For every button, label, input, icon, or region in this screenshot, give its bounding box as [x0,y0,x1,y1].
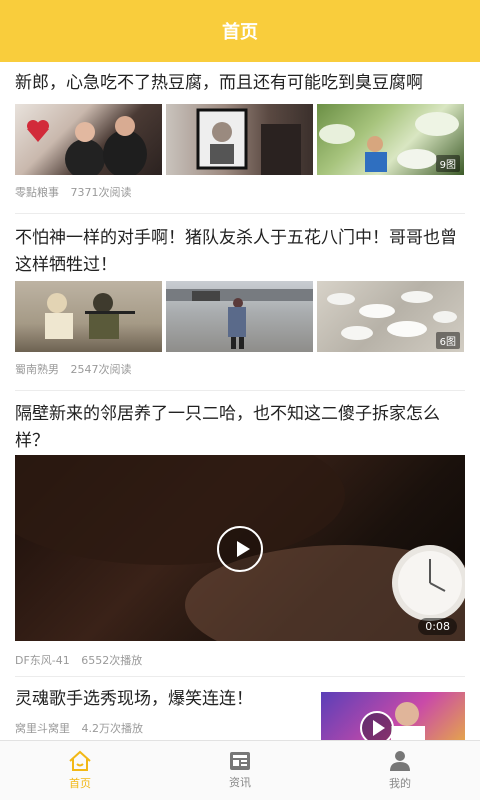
video-thumbnail[interactable] [321,692,465,740]
article-title[interactable]: 不怕神一样的对手啊！猪队友杀人于五花八门中！哥哥也曾这样牺牲过！ [15,225,465,279]
article-source: DF东风-41 [15,654,70,667]
article-read-count: 7371次阅读 [70,186,132,199]
profile-icon [390,751,410,771]
article-image[interactable] [166,281,313,352]
article-meta: 窝里斗窝里 4.2万次播放 [15,720,143,736]
article-image[interactable]: 6图 [317,281,464,352]
article-meta: DF东风-41 6552次播放 [15,652,142,668]
article-source: 零點粮事 [15,186,59,199]
tab-profile[interactable]: 我的 [320,741,480,800]
top-header: 首页 [0,0,480,62]
article-image[interactable] [15,281,162,352]
article-image[interactable] [166,104,313,175]
article-meta: 蜀南熟男 2547次阅读 [15,361,132,377]
article-read-count: 2547次阅读 [70,363,132,376]
article-image[interactable] [15,104,162,175]
street-scene-graphic [166,289,313,349]
portrait-frame-graphic [196,108,301,175]
heart-balloon-graphic [27,116,147,175]
article-title[interactable]: 灵魂歌手选秀现场，爆笑连连！ [15,686,305,713]
video-duration: 0:08 [418,618,457,635]
article-source: 窝里斗窝里 [15,722,70,735]
video-player[interactable]: 0:08 [15,455,465,641]
news-icon [230,752,250,770]
tab-news[interactable]: 资讯 [160,741,320,800]
article-play-count: 6552次播放 [81,654,143,667]
article-play-count: 4.2万次播放 [81,722,144,735]
video-card[interactable]: 隔壁新来的邻居养了一只二哈，也不知这二傻子拆家怎么样？ 0:08 DF东风-41… [15,401,465,667]
video-card[interactable]: 灵魂歌手选秀现场，爆笑连连！ 窝里斗窝里 4.2万次播放 [15,686,465,740]
page-title: 首页 [222,22,258,43]
article-card[interactable]: 不怕神一样的对手啊！猪队友杀人于五花八门中！哥哥也曾这样牺牲过！ 6图 蜀南熟男… [15,225,465,376]
article-title[interactable]: 新郎，心急吃不了热豆腐，而且还有可能吃到臭豆腐啊 [15,70,465,97]
article-title[interactable]: 隔壁新来的邻居养了一只二哈，也不知这二傻子拆家怎么样？ [15,401,465,455]
article-card[interactable]: 新郎，心急吃不了热豆腐，而且还有可能吃到臭豆腐啊 9图 零點粮事 7371次阅读 [15,70,465,199]
singer-graphic [360,702,425,740]
bottom-tab-bar: 首页 资讯 我的 [0,740,480,800]
image-count-badge: 6图 [435,332,460,349]
article-images[interactable]: 6图 [15,281,464,352]
image-count-badge: 9图 [435,155,460,172]
article-source: 蜀南熟男 [15,363,59,376]
article-meta: 零點粮事 7371次阅读 [15,184,132,200]
divider [15,676,465,677]
divider [15,390,465,391]
tab-label: 资讯 [229,776,251,789]
soldier-cartoon-graphic [45,293,135,339]
article-image[interactable]: 9图 [317,104,464,175]
tab-label: 首页 [69,777,91,790]
article-images[interactable]: 9图 [15,104,464,175]
tab-home[interactable]: 首页 [0,741,160,800]
news-feed[interactable]: 新郎，心急吃不了热豆腐，而且还有可能吃到臭豆腐啊 9图 零點粮事 7371次阅读… [0,62,480,740]
home-icon [69,750,91,771]
play-icon[interactable] [217,526,263,572]
divider [15,213,465,214]
tab-label: 我的 [389,777,411,790]
